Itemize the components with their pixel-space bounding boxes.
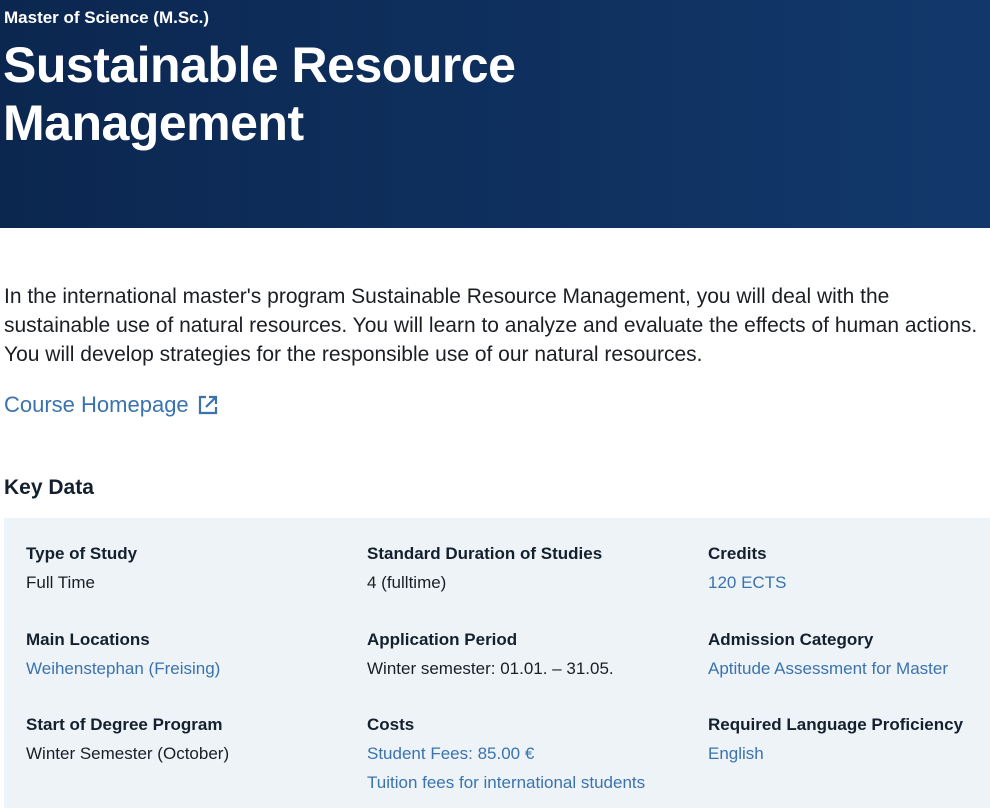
duration-value: 4 (fulltime) xyxy=(367,573,447,592)
admission-category-link[interactable]: Aptitude Assessment for Master xyxy=(708,658,990,680)
external-link-icon xyxy=(198,395,217,415)
key-data-panel: Type of Study Full Time Standard Duratio… xyxy=(4,518,990,808)
degree-label: Master of Science (M.Sc.) xyxy=(4,8,210,27)
start-label: Start of Degree Program xyxy=(26,715,223,734)
duration-label: Standard Duration of Studies xyxy=(367,544,603,563)
main-locations-link[interactable]: Weihenstephan (Freising) xyxy=(26,658,356,680)
type-of-study-label: Type of Study xyxy=(26,544,138,563)
student-fees-link[interactable]: Student Fees: 85.00 € xyxy=(367,743,697,765)
key-data-duration: Standard Duration of Studies 4 (fulltime… xyxy=(367,543,697,594)
page-title: Sustainable Resource Management xyxy=(3,37,516,151)
start-value: Winter Semester (October) xyxy=(26,744,230,763)
key-data-credits: Credits 120 ECTS xyxy=(708,543,990,601)
key-data-type-of-study: Type of Study Full Time xyxy=(26,543,356,594)
credits-link[interactable]: 120 ECTS xyxy=(708,572,990,594)
key-data-start: Start of Degree Program Winter Semester … xyxy=(26,714,356,765)
main-locations-label: Main Locations xyxy=(26,630,150,649)
admission-category-label: Admission Category xyxy=(708,630,874,649)
credits-label: Credits xyxy=(708,544,767,563)
application-period-value: Winter semester: 01.01. – 31.05. xyxy=(367,659,614,678)
application-period-label: Application Period xyxy=(367,630,518,649)
key-data-costs: Costs Student Fees: 85.00 € Tuition fees… xyxy=(367,714,697,801)
key-data-language: Required Language Proficiency English xyxy=(708,714,990,772)
key-data-main-locations: Main Locations Weihenstephan (Freising) xyxy=(26,629,356,687)
language-link[interactable]: English xyxy=(708,743,990,765)
course-homepage-link[interactable]: Course Homepage xyxy=(4,392,219,418)
language-label: Required Language Proficiency xyxy=(708,715,964,734)
program-hero: Master of Science (M.Sc.) Sustainable Re… xyxy=(0,0,990,228)
type-of-study-value: Full Time xyxy=(26,573,95,592)
program-intro: In the international master's program Su… xyxy=(4,285,978,366)
key-data-admission-category: Admission Category Aptitude Assessment f… xyxy=(708,629,990,687)
costs-label: Costs xyxy=(367,715,415,734)
key-data-heading: Key Data xyxy=(4,476,94,499)
tuition-fees-link[interactable]: Tuition fees for international students xyxy=(367,772,697,794)
course-homepage-label: Course Homepage xyxy=(4,392,189,417)
key-data-application-period: Application Period Winter semester: 01.0… xyxy=(367,629,697,680)
